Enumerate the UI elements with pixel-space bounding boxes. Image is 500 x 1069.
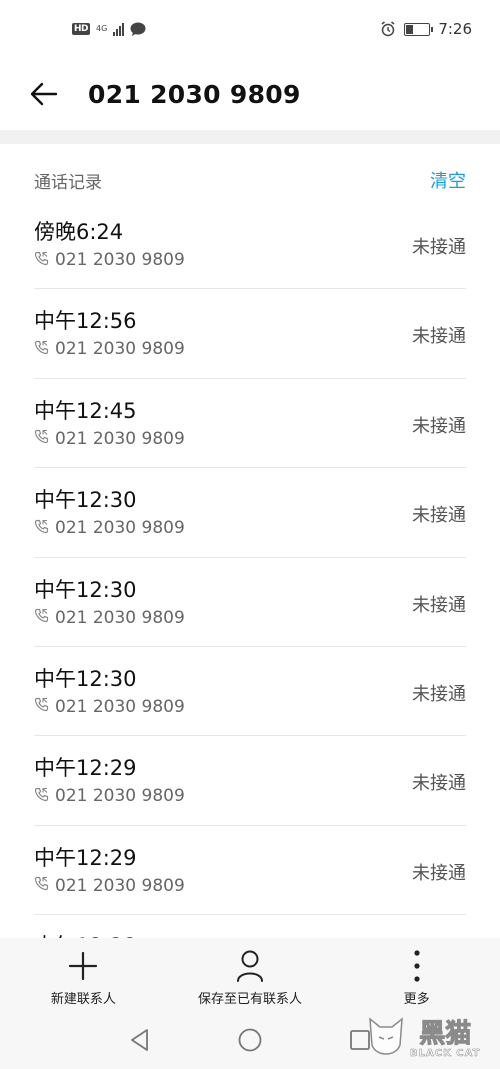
save-to-existing-contact-button[interactable]: 保存至已有联系人: [170, 938, 330, 1007]
call-detail: 021 2030 9809: [34, 786, 185, 806]
new-contact-button[interactable]: 新建联系人: [3, 938, 163, 1007]
call-status: 未接通: [412, 237, 466, 258]
list-item-partial: 中午12:28: [34, 930, 137, 938]
call-log-item[interactable]: 中午12:30 021 2030 9809 未接通: [34, 647, 466, 737]
call-time: 中午12:29: [34, 845, 137, 870]
call-time: 傍晚6:24: [34, 220, 124, 244]
triangle-back-icon: [131, 1028, 148, 1051]
call-detail: 021 2030 9809: [34, 697, 185, 717]
call-log-item[interactable]: 中午12:45 021 2030 9809 未接通: [34, 379, 466, 469]
save-to-existing-label: 保存至已有联系人: [197, 992, 302, 1007]
status-right: 7:26: [380, 20, 472, 38]
call-time: 中午12:45: [34, 398, 137, 423]
call-number: 021 2030 9809: [55, 428, 185, 449]
arrow-left-icon: [30, 82, 58, 106]
status-bar: HD 4G 7:26: [0, 0, 500, 58]
clear-button[interactable]: 清空: [430, 167, 466, 193]
call-number: 021 2030 9809: [55, 875, 185, 896]
alarm-icon: [381, 21, 395, 37]
phone-icon: [34, 876, 49, 895]
new-contact-label: 新建联系人: [50, 992, 116, 1007]
call-status: 未接通: [412, 326, 466, 348]
call-log-item[interactable]: 中午12:29 021 2030 9809 未接通: [34, 826, 466, 916]
action-bar: 新建联系人 保存至已有联系人 更多: [0, 938, 500, 1010]
nav-home-button[interactable]: [230, 1020, 270, 1060]
call-detail: 021 2030 9809: [34, 876, 185, 896]
battery-level: [406, 24, 414, 34]
black-cat-logo-icon: [369, 1017, 403, 1055]
divider: [0, 130, 500, 144]
phone-icon: [34, 697, 49, 716]
phone-icon: [34, 519, 49, 538]
call-status: 未接通: [412, 773, 466, 795]
call-detail: 021 2030 9809: [34, 518, 185, 538]
call-detail: 021 2030 9809: [34, 429, 185, 449]
header: 021 2030 9809: [0, 58, 500, 130]
call-list: 傍晚6:24 021 2030 9809 未接通 中午12:56 021 2030 98…: [34, 200, 466, 916]
phone-icon: [34, 429, 49, 448]
call-status: 未接通: [412, 415, 466, 437]
call-status: 未接通: [412, 862, 466, 884]
call-detail: 021 2030 9809: [34, 339, 185, 359]
call-time: 中午12:56: [34, 309, 137, 334]
plus-icon: [67, 948, 99, 984]
call-number: 021 2030 9809: [55, 250, 185, 270]
call-time: 中午12:30: [34, 666, 137, 691]
status-time: 7:26: [438, 20, 472, 38]
call-time: 中午12:30: [34, 488, 137, 513]
phone-icon: [34, 251, 49, 270]
call-number: 021 2030 9809: [55, 339, 185, 360]
call-log-item[interactable]: 中午12:56 021 2030 9809 未接通: [34, 289, 466, 379]
call-detail: 021 2030 9809: [34, 608, 185, 628]
call-number: 021 2030 9809: [55, 786, 185, 807]
message-icon: [130, 22, 146, 36]
page-title: 021 2030 9809: [88, 79, 301, 109]
call-log-item[interactable]: 傍晚6:24 021 2030 9809 未接通: [34, 200, 466, 290]
status-left: HD 4G: [72, 22, 146, 37]
watermark-en: BLACK CAT: [410, 1047, 481, 1059]
person-icon: [235, 948, 265, 984]
phone-icon: [34, 340, 49, 359]
call-time: 中午12:30: [34, 577, 137, 602]
call-log-item[interactable]: 中午12:30 021 2030 9809 未接通: [34, 468, 466, 558]
phone-icon: [34, 608, 49, 627]
call-log-item[interactable]: 中午12:30 021 2030 9809 未接通: [34, 558, 466, 647]
call-time: 中午12:29: [34, 756, 137, 781]
watermark: 黑猫 BLACK CAT: [366, 1012, 494, 1066]
call-detail: 021 2030 9809: [34, 250, 185, 270]
nav-back-button[interactable]: [120, 1020, 160, 1060]
watermark-text: 黑猫 BLACK CAT: [410, 1018, 481, 1059]
call-status: 未接通: [412, 594, 466, 616]
hd-badge: HD: [72, 23, 91, 35]
more-label: 更多: [403, 992, 430, 1007]
battery-icon: [404, 22, 434, 36]
more-button[interactable]: 更多: [337, 938, 497, 1007]
call-log-item[interactable]: 中午12:29 021 2030 9809 未接通: [34, 736, 466, 826]
watermark-cn: 黑猫: [419, 1018, 472, 1049]
call-log-header: 通话记录 清空: [34, 160, 466, 200]
more-vertical-icon: [412, 948, 422, 984]
call-number: 021 2030 9809: [55, 696, 185, 717]
call-number: 021 2030 9809: [55, 607, 185, 628]
circle-home-icon: [238, 1028, 262, 1051]
phone-icon: [34, 787, 49, 806]
signal-icon: [113, 22, 125, 36]
network-type: 4G: [96, 24, 108, 33]
call-status: 未接通: [412, 505, 466, 527]
call-status: 未接通: [412, 683, 466, 705]
back-button[interactable]: [30, 74, 70, 114]
call-number: 021 2030 9809: [55, 518, 185, 539]
section-title: 通话记录: [34, 172, 102, 193]
